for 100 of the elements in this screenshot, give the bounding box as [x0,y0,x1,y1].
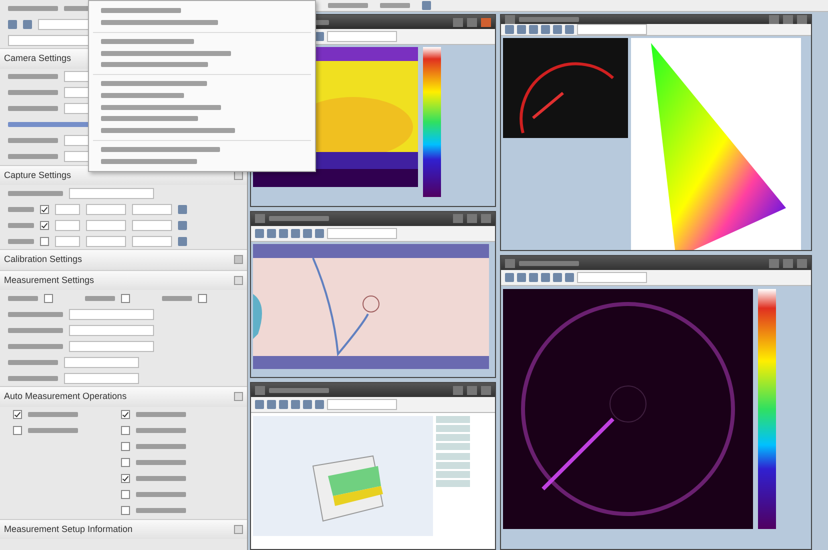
input-field[interactable] [86,236,126,246]
blurred-text [8,154,58,159]
input-field[interactable] [64,372,139,384]
blurred-text [8,312,63,316]
checkbox[interactable] [120,410,130,419]
blurred-text [8,106,58,111]
blurred-text [8,138,58,143]
blurred-text [8,190,63,196]
input-field[interactable] [132,236,172,246]
dropdown-field[interactable] [577,24,647,35]
checkbox[interactable] [120,474,130,483]
window-icon [255,214,265,224]
checkbox[interactable] [44,294,53,302]
input-field[interactable] [132,220,172,230]
close-button[interactable] [481,386,491,395]
dropdown-field[interactable] [577,272,647,284]
section-title: Camera Settings [4,52,72,65]
section-header[interactable]: Measurement Settings [0,270,247,290]
dropdown-field[interactable] [327,399,397,410]
collapse-toggle-icon[interactable] [234,392,243,402]
blurred-text [136,428,186,433]
blurred-text [136,476,186,481]
section-title: Capture Settings [4,168,72,182]
blurred-text [8,376,58,380]
legend-swatch-icon [436,480,470,488]
blurred-text [136,492,186,497]
blurred-text [8,90,58,95]
section-title: Calibration Settings [4,253,82,266]
blurred-text [8,74,58,79]
checkbox[interactable] [120,442,130,451]
window-icon [505,15,515,24]
dropdown-field[interactable] [327,228,397,239]
checkbox[interactable] [120,426,130,435]
blurred-text [85,296,115,300]
blurred-text [8,238,34,244]
legend-swatch-icon [436,443,470,450]
checkbox[interactable] [12,426,22,435]
blurred-text [162,296,192,300]
checkbox[interactable] [198,294,207,302]
blurred-text [8,344,63,348]
checkbox[interactable] [40,204,49,214]
section-header[interactable]: Calibration Settings [0,249,247,270]
minimize-button[interactable] [453,18,463,26]
legend-swatch-icon [436,452,470,460]
blurred-text [136,508,186,513]
maximize-button[interactable] [783,258,793,268]
blurred-text [269,216,329,222]
checkbox[interactable] [12,410,22,419]
blurred-text [8,222,34,228]
minimize-button[interactable] [453,386,463,395]
minimize-button[interactable] [769,258,779,268]
close-button[interactable] [481,214,491,224]
window-icon [255,386,265,395]
legend-swatch-icon [436,462,470,469]
maximize-button[interactable] [467,18,477,26]
blurred-text [380,3,410,8]
collapse-toggle-icon[interactable] [234,276,243,285]
blurred-text [136,460,186,465]
section-header[interactable]: Auto Measurement Operations [0,386,247,406]
section-header[interactable]: Measurement Setup Information [0,518,247,539]
close-button[interactable] [797,258,807,268]
checkbox[interactable] [120,490,130,499]
section-title: Measurement Settings [4,274,94,287]
close-button[interactable] [481,18,491,26]
blurred-text [519,260,579,266]
section-title: Measurement Setup Information [4,522,133,536]
input-field[interactable] [86,204,126,214]
blurred-text [28,428,78,433]
dropdown-field[interactable] [69,324,154,336]
blurred-text [136,412,186,417]
checkbox[interactable] [120,506,130,515]
maximize-button[interactable] [467,386,477,395]
section-title: Auto Measurement Operations [4,390,127,403]
input-field[interactable] [55,236,80,246]
legend-swatch-icon [436,424,470,432]
checkbox[interactable] [40,220,49,230]
blurred-text [8,328,63,332]
input-field[interactable] [55,220,80,230]
legend-swatch-icon [436,434,470,442]
checkbox[interactable] [120,458,130,467]
blurred-text [328,3,368,8]
minimize-button[interactable] [453,214,463,224]
legend-swatch-icon [436,416,470,423]
collapse-toggle-icon[interactable] [234,255,243,264]
dropdown-field[interactable] [69,308,154,320]
dropdown-field[interactable] [69,188,154,198]
collapse-toggle-icon[interactable] [234,524,243,534]
legend-swatch-icon [436,471,470,478]
input-field[interactable] [86,220,126,230]
dropdown-field[interactable] [327,31,397,42]
blurred-text [8,206,34,212]
input-field[interactable] [64,356,139,368]
checkbox[interactable] [40,236,49,246]
blurred-text [8,6,58,10]
maximize-button[interactable] [467,214,477,224]
input-field[interactable] [132,204,172,214]
dropdown-field[interactable] [69,340,154,352]
blurred-text [8,360,58,364]
input-field[interactable] [55,204,80,214]
checkbox[interactable] [121,294,130,302]
